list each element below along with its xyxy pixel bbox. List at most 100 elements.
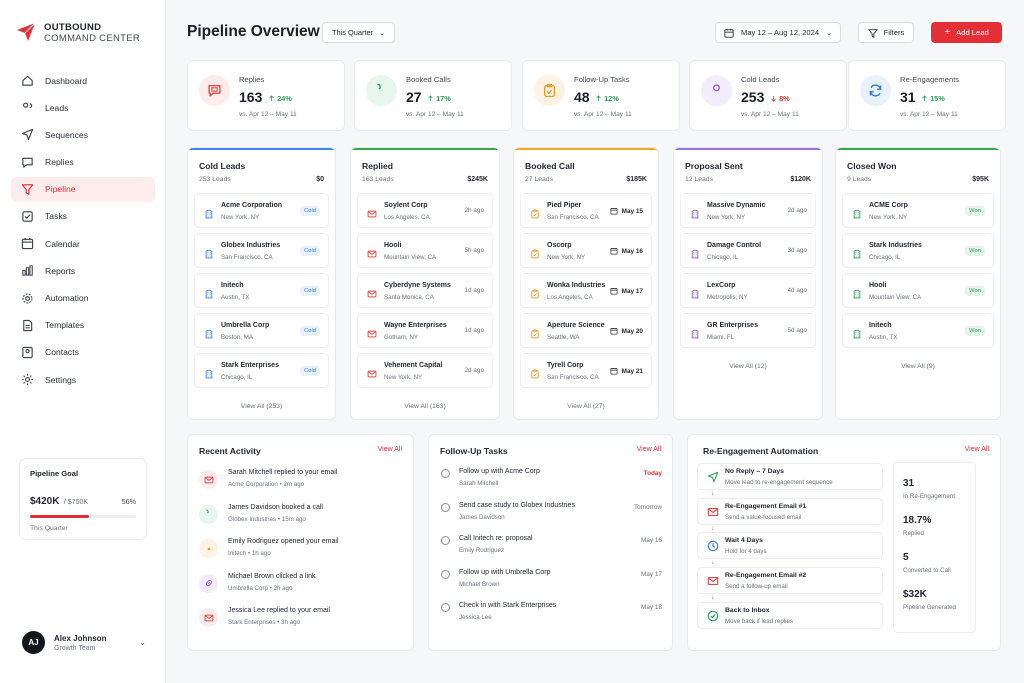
- chevron-down-icon[interactable]: ⌄: [139, 638, 146, 647]
- user-menu[interactable]: AJ Alex Johnson Growth Team ⌄: [22, 631, 146, 654]
- task-item[interactable]: Call Initech re: proposal Emily Rodriguez…: [441, 535, 662, 563]
- automation-step[interactable]: Wait 4 Days Hold for 4 days: [697, 532, 883, 560]
- activity-icon-wrap: [199, 539, 218, 558]
- lead-card[interactable]: Soylent Corp Los Angeles, CA 2h ago: [357, 193, 493, 228]
- checkbox-icon: [22, 211, 33, 222]
- small-calendar-icon: [610, 288, 618, 295]
- lead-location: Metropolis, NY: [707, 294, 748, 301]
- lead-card[interactable]: Hooli Mountain View, CA Won: [842, 273, 994, 308]
- lead-location: San Francisco, CA: [221, 254, 273, 261]
- activity-item[interactable]: James Davidson booked a call Globex Indus…: [199, 503, 399, 533]
- quarter-select[interactable]: This Quarter ⌄: [322, 22, 395, 43]
- stat-compare: vs. Apr 12 – May 11: [574, 111, 632, 118]
- activity-item[interactable]: Emily Rodriguez opened your email Initech…: [199, 537, 399, 567]
- sidebar-item-reports[interactable]: Reports: [11, 258, 155, 283]
- sidebar-item-pipeline[interactable]: Pipeline: [11, 176, 155, 202]
- sidebar-item-settings[interactable]: Settings: [11, 367, 155, 392]
- stat-card-booked-calls[interactable]: Booked Calls 27 17% vs. Apr 12 – May 11: [354, 60, 512, 131]
- sidebar-item-replies[interactable]: Replies: [11, 150, 155, 175]
- lead-card[interactable]: Wonka Industries Los Angeles, CA May 17: [520, 273, 652, 308]
- task-checkbox[interactable]: [441, 536, 450, 545]
- lead-card[interactable]: Umbrella Corp Boston, MA Cold: [194, 313, 329, 348]
- step-subtitle: Send a follow-up email: [725, 583, 788, 591]
- task-item[interactable]: Send case study to Globex Industries Jame…: [441, 502, 662, 530]
- column-view-all[interactable]: View All (9): [836, 363, 1000, 370]
- task-checkbox[interactable]: [441, 469, 450, 478]
- lead-card[interactable]: ACME Corp New York, NY Won: [842, 193, 994, 228]
- task-item[interactable]: Follow up with Umbrella Corp Michael Brow…: [441, 569, 662, 597]
- clipboard-icon: [531, 209, 539, 219]
- add-lead-button[interactable]: + Add Lead: [931, 22, 1002, 43]
- stat-card-re-engagements[interactable]: Re-Engagements 31 15% vs. Apr 12 – May 11: [848, 60, 1006, 131]
- sidebar-item-tasks[interactable]: Tasks: [11, 204, 155, 229]
- activity-item[interactable]: Michael Brown clicked a link Umbrella Cor…: [199, 572, 399, 602]
- task-checkbox[interactable]: [441, 502, 450, 512]
- lead-card[interactable]: Hooli Mountain View, CA 5h ago: [357, 233, 493, 268]
- task-checkbox[interactable]: [441, 569, 450, 579]
- reengagement-view-all[interactable]: View All: [965, 446, 989, 453]
- stat-card-follow-up-tasks[interactable]: Follow-Up Tasks 48 12% vs. Apr 12 – May 11: [522, 60, 680, 131]
- task-item[interactable]: Check in with Stark Enterprises Jessica L…: [441, 602, 662, 630]
- lead-icon-wrap: [852, 206, 862, 219]
- recent-activity-view-all[interactable]: View All: [378, 446, 402, 453]
- task-due: Tomorrow: [633, 503, 662, 511]
- lead-card[interactable]: Tyrell Corp San Francisco, CA May 21: [520, 353, 652, 388]
- sidebar-item-label: Settings: [45, 374, 77, 385]
- task-item[interactable]: Follow up with Acme Corp Sarah Mitchell To…: [441, 468, 662, 496]
- sidebar-item-sequences[interactable]: Sequences: [11, 122, 155, 147]
- task-checkbox[interactable]: [441, 603, 450, 612]
- lead-card[interactable]: Massive Dynamic New York, NY 2d ago: [680, 193, 816, 228]
- pipeline-column-closed-won: Closed Won 9 Leads $95K ACME Corp New York, …: [835, 147, 1001, 420]
- sidebar-item-contacts[interactable]: Contacts: [11, 340, 155, 365]
- lead-card[interactable]: Globex Industries San Francisco, CA Cold: [194, 233, 329, 268]
- lead-card[interactable]: Oscorp New York, NY May 16: [520, 233, 652, 268]
- lead-card[interactable]: Cyberdyne Systems Santa Monica, CA 1d ago: [357, 273, 493, 308]
- automation-step[interactable]: Re-Engagement Email #1 Send a value-focus…: [697, 497, 883, 525]
- activity-item[interactable]: Jessica Lee replied to your email Stark E…: [199, 606, 399, 636]
- lead-card[interactable]: Initech Austin, TX Won: [842, 313, 994, 348]
- lead-date: May 21: [610, 367, 643, 375]
- sidebar-item-automation[interactable]: Automation: [11, 286, 155, 311]
- lead-card[interactable]: Wayne Enterprises Gotham, NY 1d ago: [357, 313, 493, 348]
- lead-location: Chicago, IL: [221, 374, 253, 381]
- lead-card[interactable]: Stark Industries Chicago, IL Won: [842, 233, 994, 268]
- step-icon-wrap: [706, 574, 720, 588]
- lead-card[interactable]: Aperture Science Seattle, WA May 20: [520, 313, 652, 348]
- brand-logo[interactable]: OUTBOUND COMMAND CENTER: [16, 22, 140, 44]
- lead-icon-wrap: [367, 326, 377, 338]
- sidebar-item-dashboard[interactable]: Dashboard: [11, 68, 155, 93]
- filters-button[interactable]: Filters: [858, 22, 914, 43]
- date-range-picker[interactable]: May 12 – Aug 12, 2024 ⌄: [715, 22, 841, 43]
- automation-step[interactable]: Re-Engagement Email #2 Send a follow-up e…: [697, 567, 883, 595]
- lead-location: New York, NY: [384, 374, 423, 381]
- stat-card-cold-leads[interactable]: Cold Leads 253 8% vs. Apr 12 – May 11: [689, 60, 847, 131]
- stat-change-value: 24%: [277, 94, 292, 103]
- lead-card[interactable]: Initech Austin, TX Cold: [194, 273, 329, 308]
- sidebar-item-templates[interactable]: Templates: [11, 313, 155, 338]
- lead-card[interactable]: Vehement Capital New York, NY 2d ago: [357, 353, 493, 388]
- column-view-all[interactable]: View All (253): [188, 403, 335, 410]
- activity-meta: Stark Enterprises • 3h ago: [228, 619, 300, 626]
- lead-card[interactable]: Damage Control Chicago, IL 3d ago: [680, 233, 816, 268]
- automation-step[interactable]: Back to Inbox Move back if lead replies: [697, 601, 883, 629]
- column-view-all[interactable]: View All (163): [351, 403, 499, 410]
- lead-card[interactable]: GR Enterprises Miami, FL 5d ago: [680, 313, 816, 348]
- lead-card[interactable]: LexCorp Metropolis, NY 4d ago: [680, 273, 816, 308]
- column-view-all[interactable]: View All (12): [674, 363, 822, 370]
- metric-label: Pipeline Generated: [903, 604, 956, 611]
- lead-card[interactable]: Stark Enterprises Chicago, IL Cold: [194, 353, 329, 388]
- automation-step[interactable]: No Reply – 7 Days Move lead to re-engagem…: [697, 463, 883, 490]
- stat-card-replies[interactable]: Replies 163 24% vs. Apr 12 – May 11: [187, 60, 345, 131]
- follow-up-tasks-view-all[interactable]: View All: [637, 446, 661, 453]
- sidebar-item-leads[interactable]: Leads: [11, 95, 155, 120]
- lead-icon-wrap: [204, 246, 214, 259]
- lead-card[interactable]: Acme Corporation New York, NY Cold: [194, 193, 329, 228]
- sidebar-item-calendar[interactable]: Calendar: [11, 231, 155, 256]
- chevron-down-icon: ⌄: [379, 29, 385, 37]
- send-icon: [21, 129, 34, 141]
- activity-item[interactable]: Sarah Mitchell replied to your email Acme…: [199, 468, 399, 498]
- column-view-all[interactable]: View All (27): [514, 403, 658, 410]
- lead-card[interactable]: Pied Piper San Francisco, CA May 15: [520, 193, 652, 228]
- stat-icon-wrap: [199, 75, 230, 106]
- task-owner: Michael Brown: [459, 580, 500, 588]
